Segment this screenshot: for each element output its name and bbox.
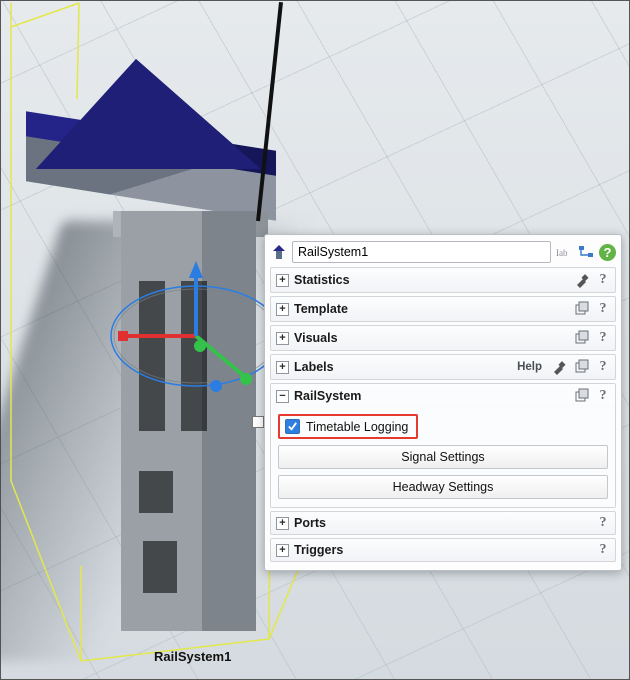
section-railsystem: − RailSystem ? Timetable Logging Signal …: [270, 383, 616, 508]
popout-icon[interactable]: [573, 358, 591, 376]
section-title[interactable]: Visuals: [294, 331, 338, 345]
headway-settings-button[interactable]: Headway Settings: [278, 475, 608, 499]
help-icon[interactable]: ?: [599, 244, 616, 261]
section-title[interactable]: Triggers: [294, 543, 343, 557]
expand-toggle[interactable]: +: [276, 274, 289, 287]
expand-toggle[interactable]: +: [276, 303, 289, 316]
section-help-icon[interactable]: ?: [596, 272, 610, 288]
popout-icon[interactable]: [573, 300, 591, 318]
section-visuals: + Visuals ?: [270, 325, 616, 351]
object-name-input[interactable]: [292, 241, 551, 263]
section-title[interactable]: RailSystem: [294, 389, 361, 403]
popout-icon[interactable]: [573, 387, 591, 405]
timetable-logging-highlight: Timetable Logging: [278, 414, 418, 439]
timetable-logging-checkbox[interactable]: [285, 419, 300, 434]
section-ports: + Ports ?: [270, 511, 616, 535]
rename-icon[interactable]: Iab: [555, 243, 573, 261]
timetable-logging-label: Timetable Logging: [306, 420, 408, 434]
expand-toggle[interactable]: +: [276, 361, 289, 374]
signal-settings-button[interactable]: Signal Settings: [278, 445, 608, 469]
object-type-icon: [270, 243, 288, 261]
properties-panel: Iab ? + Statistics ? + Template ? + Visu…: [264, 234, 622, 571]
section-title[interactable]: Ports: [294, 516, 326, 530]
section-title[interactable]: Statistics: [294, 273, 350, 287]
object-label: RailSystem1: [154, 649, 231, 664]
pin-icon[interactable]: [573, 271, 591, 289]
section-help-icon[interactable]: ?: [596, 330, 610, 346]
expand-toggle[interactable]: +: [276, 332, 289, 345]
section-help-icon[interactable]: ?: [596, 359, 610, 375]
section-template: + Template ?: [270, 296, 616, 322]
section-labels: + Labels Help ?: [270, 354, 616, 380]
svg-text:Iab: Iab: [556, 248, 568, 258]
section-statistics: + Statistics ?: [270, 267, 616, 293]
popout-icon[interactable]: [573, 329, 591, 347]
help-label[interactable]: Help: [517, 361, 542, 373]
viewport-marker: [252, 416, 264, 428]
collapse-toggle[interactable]: −: [276, 390, 289, 403]
section-title[interactable]: Template: [294, 302, 348, 316]
section-help-icon[interactable]: ?: [596, 542, 610, 558]
section-help-icon[interactable]: ?: [596, 388, 610, 404]
section-help-icon[interactable]: ?: [596, 515, 610, 531]
section-title[interactable]: Labels: [294, 360, 334, 374]
section-help-icon[interactable]: ?: [596, 301, 610, 317]
section-triggers: + Triggers ?: [270, 538, 616, 562]
pin-icon[interactable]: [550, 358, 568, 376]
panel-header: Iab ?: [270, 239, 616, 267]
tree-icon[interactable]: [577, 243, 595, 261]
expand-toggle[interactable]: +: [276, 517, 289, 530]
expand-toggle[interactable]: +: [276, 544, 289, 557]
